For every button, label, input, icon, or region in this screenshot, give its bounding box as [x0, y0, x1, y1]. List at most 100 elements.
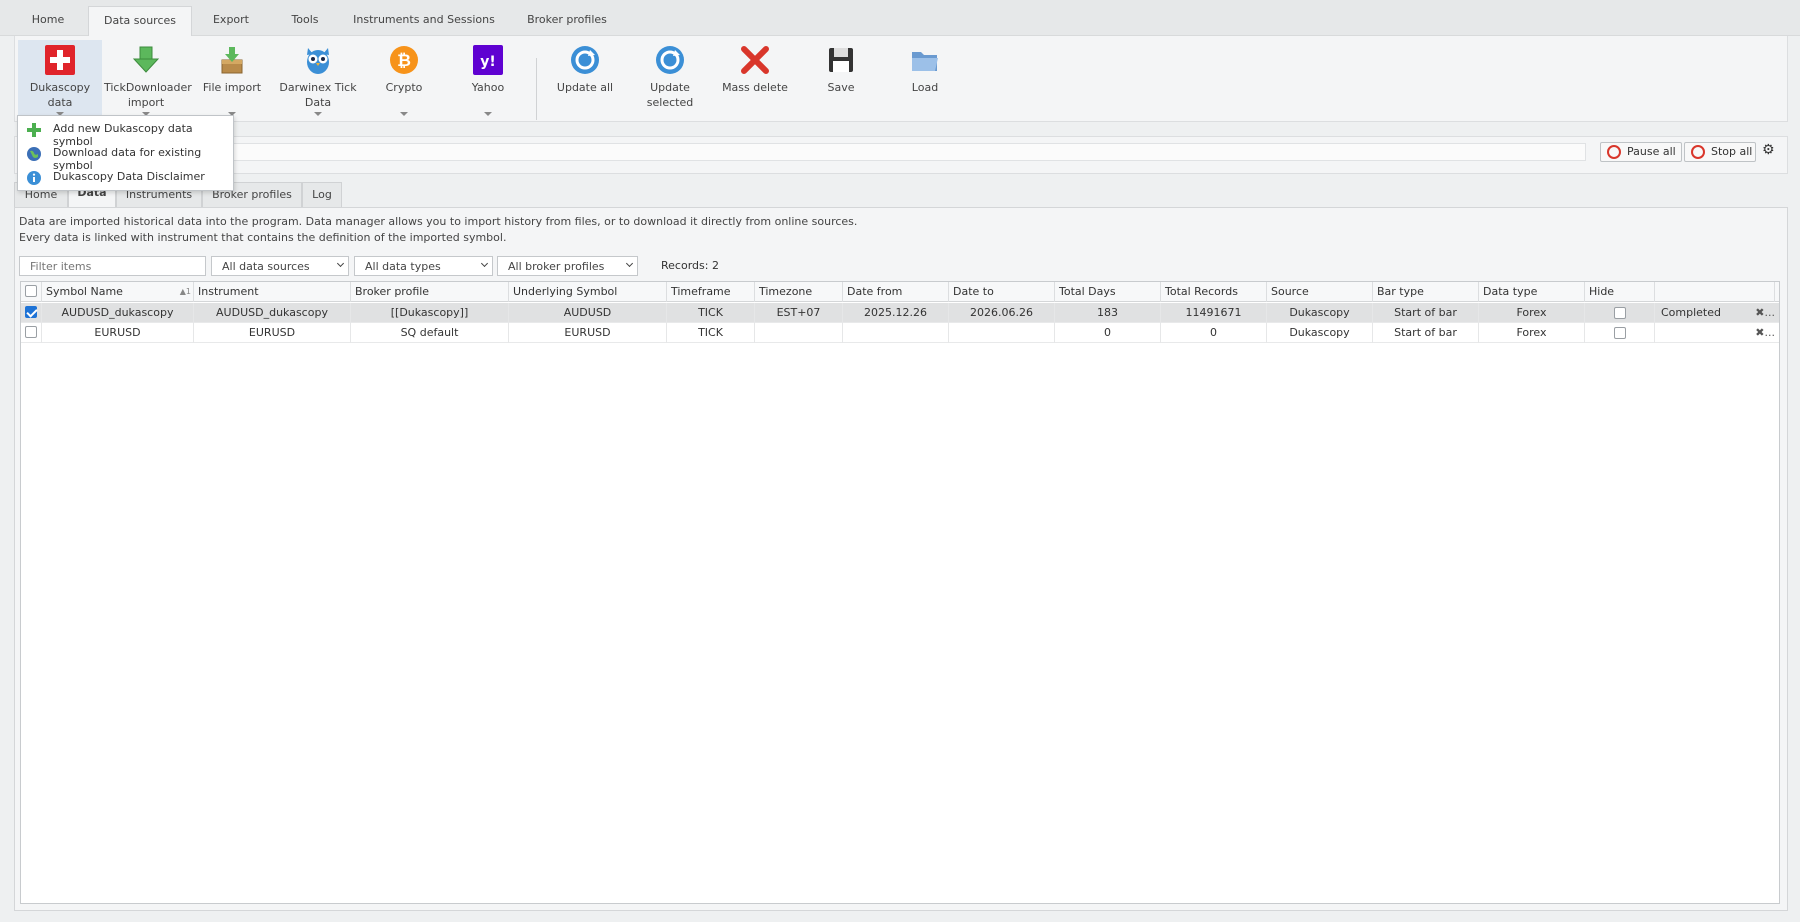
chevron-down-icon[interactable]	[484, 112, 492, 116]
mass-delete-button[interactable]: Mass delete	[716, 40, 794, 118]
select-all-checkbox[interactable]	[25, 285, 37, 297]
chevron-down-icon	[625, 259, 634, 268]
column-date-from[interactable]: Date from	[843, 282, 949, 302]
cell-bar-type: Start of bar	[1373, 303, 1479, 323]
cell-data-type: Forex	[1479, 303, 1585, 323]
update-selected-label: Update selected	[646, 81, 694, 109]
column-symbol-name[interactable]: Symbol Name ▲1	[42, 282, 194, 302]
cell-symbol: EURUSD	[42, 323, 194, 343]
row-remove-icon[interactable]: ✖...	[1755, 323, 1775, 342]
column-data-type[interactable]: Data type	[1479, 282, 1585, 302]
menu-item-download-existing[interactable]: Download data for existing symbol	[18, 142, 233, 172]
cell-instrument: EURUSD	[194, 323, 351, 343]
filter-items-input[interactable]	[19, 256, 206, 276]
data-sources-select[interactable]: All data sources	[211, 256, 349, 276]
status-text: Completed	[1661, 306, 1721, 319]
column-broker-profile[interactable]: Broker profile	[351, 282, 509, 302]
records-count: Records: 2	[661, 259, 719, 272]
crypto-button[interactable]: ₿ Crypto	[362, 40, 446, 118]
swiss-flag-icon	[45, 45, 75, 75]
cell-source: Dukascopy	[1267, 323, 1373, 343]
column-underlying-symbol[interactable]: Underlying Symbol	[509, 282, 667, 302]
svg-text:y!: y!	[480, 54, 496, 70]
tab-broker-profiles[interactable]: Broker profiles	[514, 6, 620, 36]
chevron-down-icon[interactable]	[314, 112, 322, 116]
yahoo-button[interactable]: y! Yahoo	[448, 40, 528, 118]
tab-export[interactable]: Export	[198, 6, 264, 36]
chevron-down-icon[interactable]	[400, 112, 408, 116]
mass-delete-label: Mass delete	[722, 81, 788, 94]
sort-ascending-icon: ▲1	[179, 287, 191, 296]
cell-underlying: EURUSD	[509, 323, 667, 343]
dukascopy-data-button[interactable]: Dukascopy data	[18, 40, 102, 118]
owl-icon	[307, 48, 329, 74]
chevron-down-icon	[336, 259, 345, 268]
description-line-2: Every data is linked with instrument tha…	[19, 231, 507, 244]
column-bar-type[interactable]: Bar type	[1373, 282, 1479, 302]
row-checkbox[interactable]	[25, 306, 37, 318]
column-hide[interactable]: Hide	[1585, 282, 1655, 302]
cell-instrument: AUDUSD_dukascopy	[194, 303, 351, 323]
column-source[interactable]: Source	[1267, 282, 1373, 302]
top-menu-bar: Home Data sources Export Tools Instrumen…	[0, 0, 1800, 36]
column-total-records[interactable]: Total Records	[1161, 282, 1267, 302]
menu-item-add-symbol[interactable]: Add new Dukascopy data symbol	[18, 118, 233, 148]
cell-date-to: 2026.06.26	[949, 303, 1055, 323]
yahoo-label: Yahoo	[471, 81, 505, 94]
cell-broker: SQ default	[351, 323, 509, 343]
ribbon-separator	[536, 58, 537, 120]
chevron-down-icon	[480, 259, 489, 268]
download-arrow-icon	[132, 46, 160, 73]
crypto-label: Crypto	[385, 81, 423, 94]
column-total-days[interactable]: Total Days	[1055, 282, 1161, 302]
update-all-button[interactable]: Update all	[546, 40, 624, 118]
column-date-to[interactable]: Date to	[949, 282, 1055, 302]
save-button[interactable]: Save	[802, 40, 880, 118]
cell-timezone	[755, 323, 843, 343]
file-import-label: File import	[202, 81, 262, 94]
folder-open-icon	[912, 52, 938, 71]
update-selected-button[interactable]: Update selected	[626, 40, 714, 118]
cell-timeframe: TICK	[667, 303, 755, 323]
cell-total-records: 0	[1161, 323, 1267, 343]
column-instrument[interactable]: Instrument	[194, 282, 351, 302]
darwinex-tick-data-button[interactable]: Darwinex Tick Data	[276, 40, 360, 118]
tab-tools[interactable]: Tools	[270, 6, 340, 36]
subtab-log[interactable]: Log	[302, 182, 342, 208]
cell-data-type: Forex	[1479, 323, 1585, 343]
cell-timeframe: TICK	[667, 323, 755, 343]
hide-checkbox[interactable]	[1614, 307, 1626, 319]
cell-bar-type: Start of bar	[1373, 323, 1479, 343]
tab-home[interactable]: Home	[14, 6, 82, 36]
floppy-disk-icon	[829, 48, 853, 72]
cell-total-days: 183	[1055, 303, 1161, 323]
table-row[interactable]: EURUSD EURUSD SQ default EURUSD TICK 0 0…	[21, 323, 1779, 343]
cell-date-from: 2025.12.26	[843, 303, 949, 323]
stop-all-button[interactable]: Stop all	[1684, 142, 1756, 162]
darwinex-label: Darwinex Tick Data	[279, 81, 357, 109]
dukascopy-label: Dukascopy data	[29, 81, 91, 109]
tab-instruments-sessions[interactable]: Instruments and Sessions	[348, 6, 500, 36]
cell-timezone: EST+07	[755, 303, 843, 323]
broker-profiles-select[interactable]: All broker profiles	[497, 256, 638, 276]
file-import-button[interactable]: File import	[190, 40, 274, 118]
cell-total-days: 0	[1055, 323, 1161, 343]
table-row[interactable]: AUDUSD_dukascopy AUDUSD_dukascopy [[Duka…	[21, 303, 1779, 323]
tickdownloader-import-button[interactable]: TickDownloader import	[104, 40, 192, 118]
gear-icon[interactable]: ⚙	[1762, 142, 1775, 158]
row-remove-icon[interactable]: ✖...	[1755, 303, 1775, 322]
column-status	[1655, 282, 1775, 302]
data-table: Symbol Name ▲1 Instrument Broker profile …	[20, 281, 1780, 904]
pause-all-button[interactable]: Pause all	[1600, 142, 1682, 162]
data-types-select[interactable]: All data types	[354, 256, 493, 276]
tab-data-sources[interactable]: Data sources	[88, 6, 192, 36]
select-all-header	[21, 282, 42, 302]
column-timeframe[interactable]: Timeframe	[667, 282, 755, 302]
row-checkbox[interactable]	[25, 326, 37, 338]
description-line-1: Data are imported historical data into t…	[19, 215, 858, 228]
menu-item-disclaimer[interactable]: Dukascopy Data Disclaimer	[18, 166, 233, 190]
column-timezone[interactable]: Timezone	[755, 282, 843, 302]
load-button[interactable]: Load	[886, 40, 964, 118]
load-label: Load	[911, 81, 939, 94]
hide-checkbox[interactable]	[1614, 327, 1626, 339]
